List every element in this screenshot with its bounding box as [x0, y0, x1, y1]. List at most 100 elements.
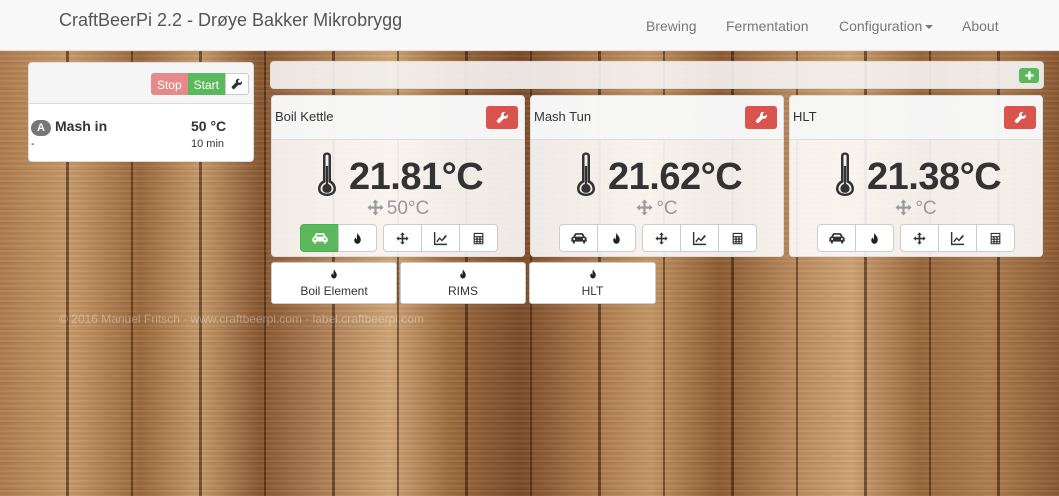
chart-button[interactable] [938, 224, 977, 252]
chart-icon [692, 231, 707, 246]
calculator-button[interactable] [976, 224, 1015, 252]
car-icon [311, 232, 329, 245]
vessel-header: HLT [790, 96, 1042, 140]
flame-icon [587, 267, 598, 281]
nav-configuration-label: Configuration [839, 18, 923, 34]
start-button[interactable]: Start [187, 73, 225, 95]
tools-group [642, 224, 757, 252]
vessel-panel-mash-tun: Mash Tun 21.62°C °C [530, 95, 784, 257]
vessel-header: Boil Kettle [272, 96, 524, 140]
steps-panel: Stop Start A Mash in 50 °C - 10 min [28, 62, 254, 162]
target-temperature-value: 50°C [386, 198, 430, 219]
mode-group [300, 224, 377, 252]
target-temperature[interactable]: °C [531, 198, 783, 220]
auto-mode-button[interactable] [300, 224, 339, 252]
car-icon [828, 232, 846, 245]
calculator-button[interactable] [718, 224, 757, 252]
thermometer-icon [575, 152, 597, 196]
steps-panel-header: Stop Start [29, 63, 253, 104]
switch-label: HLT [581, 284, 604, 298]
step-name: Mash in [55, 118, 108, 134]
tools-group [900, 224, 1015, 252]
switch-hlt[interactable]: HLT [529, 262, 656, 304]
vessel-button-row [300, 224, 504, 252]
move-icon [396, 232, 409, 245]
nav-configuration[interactable]: Configuration [839, 18, 934, 34]
heater-button[interactable] [855, 224, 894, 252]
calculator-icon [472, 232, 485, 245]
wrench-icon [755, 111, 768, 124]
current-temperature: 21.62°C [608, 156, 743, 198]
vessel-settings-button[interactable] [1004, 106, 1036, 129]
auto-mode-button[interactable] [817, 224, 856, 252]
mode-group [817, 224, 894, 252]
step-temp: 50 °C [191, 118, 227, 134]
target-temperature[interactable]: 50°C [272, 198, 524, 220]
vessel-name: HLT [793, 109, 817, 124]
switch-rims[interactable]: RIMS [400, 262, 526, 304]
mode-group [559, 224, 636, 252]
navbar: CraftBeerPi 2.2 - Drøye Bakker Mikrobryg… [0, 0, 1059, 51]
steps-config-button[interactable] [225, 73, 249, 95]
vessel-settings-button[interactable] [745, 106, 777, 129]
wrench-icon [496, 111, 509, 124]
tools-group [383, 224, 498, 252]
vessel-name: Boil Kettle [275, 109, 334, 124]
switch-boil-element[interactable]: Boil Element [271, 262, 397, 304]
flame-icon [610, 232, 623, 245]
flame-icon [868, 232, 881, 245]
set-target-button[interactable] [383, 224, 422, 252]
calculator-button[interactable] [459, 224, 498, 252]
thermometer-icon [834, 152, 856, 196]
chart-icon [433, 231, 448, 246]
thermometer-icon [316, 152, 338, 196]
step-row[interactable]: A Mash in 50 °C - 10 min [29, 104, 253, 154]
steps-control-group: Stop Start [150, 73, 249, 95]
nav-about[interactable]: About [962, 18, 999, 34]
vessel-header: Mash Tun [531, 96, 783, 140]
heater-button[interactable] [338, 224, 377, 252]
kettle-toolbar [270, 61, 1044, 89]
current-temperature: 21.81°C [349, 156, 484, 198]
switch-label: RIMS [448, 284, 478, 298]
target-temperature-value: °C [656, 198, 678, 219]
nav-brewing[interactable]: Brewing [646, 18, 697, 34]
add-kettle-button[interactable] [1019, 68, 1039, 83]
car-icon [570, 232, 588, 245]
vessel-settings-button[interactable] [486, 106, 518, 129]
auto-mode-button[interactable] [559, 224, 598, 252]
target-icon [636, 199, 653, 216]
vessel-panel-boil-kettle: Boil Kettle 21.81°C 50°C [271, 95, 525, 257]
target-icon [367, 199, 384, 216]
vessel-button-row [559, 224, 763, 252]
stop-button[interactable]: Stop [150, 73, 188, 95]
step-remaining: - [31, 138, 35, 150]
target-icon [895, 199, 912, 216]
flame-icon [351, 232, 364, 245]
brand-title[interactable]: CraftBeerPi 2.2 - Drøye Bakker Mikrobryg… [59, 10, 402, 31]
vessel-name: Mash Tun [534, 109, 592, 124]
set-target-button[interactable] [900, 224, 939, 252]
nav-fermentation[interactable]: Fermentation [726, 18, 808, 34]
calculator-icon [731, 232, 744, 245]
caret-down-icon [925, 25, 934, 30]
current-temperature: 21.38°C [867, 156, 1002, 198]
plus-icon [1024, 70, 1035, 81]
move-icon [655, 232, 668, 245]
set-target-button[interactable] [642, 224, 681, 252]
vessel-panel-hlt: HLT 21.38°C °C [789, 95, 1043, 257]
chart-button[interactable] [421, 224, 460, 252]
move-icon [913, 232, 926, 245]
vessel-button-row [817, 224, 1021, 252]
target-temperature[interactable]: °C [790, 198, 1042, 220]
flame-icon [458, 267, 469, 281]
calculator-icon [989, 232, 1002, 245]
footer-text: © 2016 Manuel Fritsch · www.craftbeerpi.… [59, 312, 424, 326]
heater-button[interactable] [597, 224, 636, 252]
step-time: 10 min [191, 138, 225, 150]
chart-button[interactable] [680, 224, 719, 252]
flame-icon [329, 267, 340, 281]
target-temperature-value: °C [915, 198, 937, 219]
switch-label: Boil Element [300, 284, 368, 298]
wrench-icon [1014, 111, 1027, 124]
